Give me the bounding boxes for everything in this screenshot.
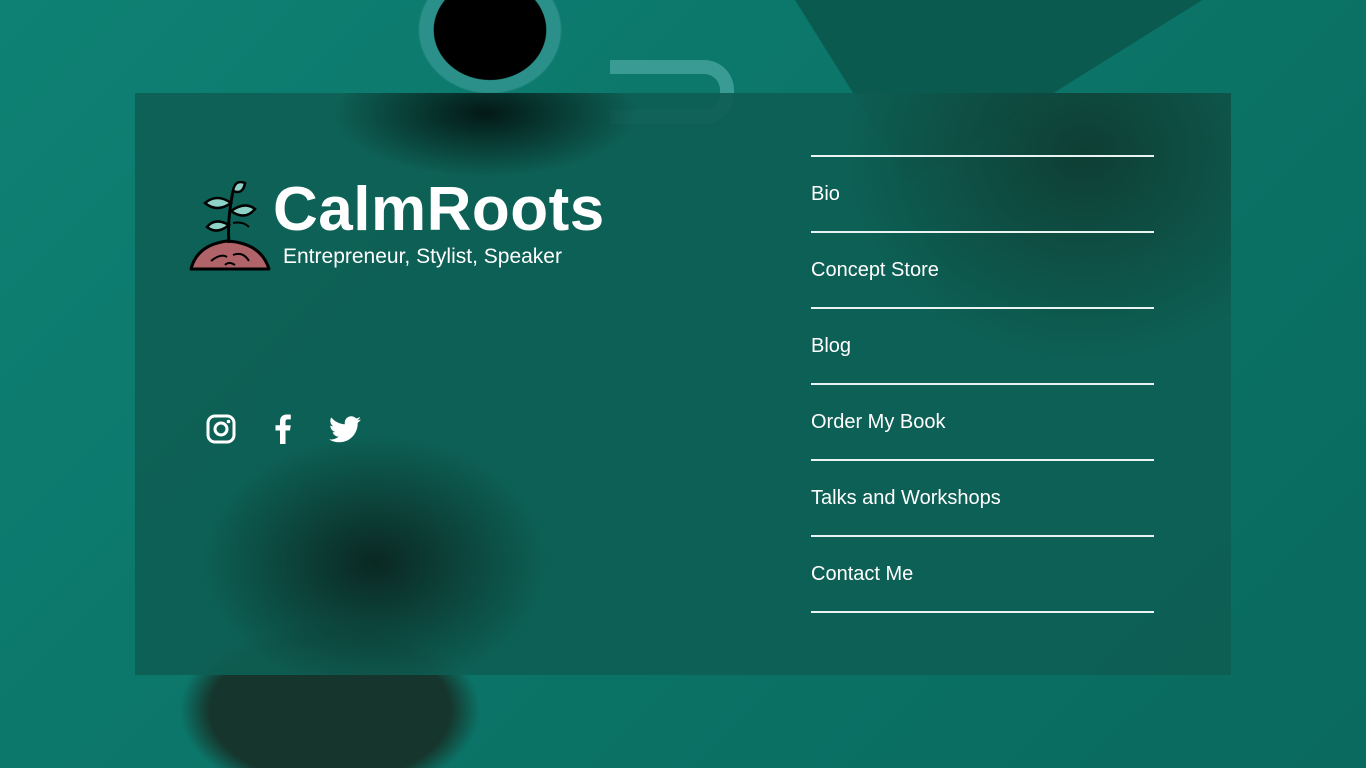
nav-item-blog[interactable]: Blog [811,309,1154,383]
brand-name: CalmRoots [273,175,605,244]
content-card: CalmRoots Entrepreneur, Stylist, Speaker… [135,93,1231,675]
twitter-icon[interactable] [329,413,361,445]
nav-item-order-my-book[interactable]: Order My Book [811,385,1154,459]
brand: CalmRoots Entrepreneur, Stylist, Speaker [187,175,605,273]
nav-item-contact-me[interactable]: Contact Me [811,537,1154,611]
main-nav: Bio Concept Store Blog Order My Book Tal… [811,155,1154,613]
brand-tagline: Entrepreneur, Stylist, Speaker [283,245,562,268]
instagram-icon[interactable] [205,413,237,445]
nav-divider [811,611,1154,613]
sprout-icon [189,181,271,271]
facebook-icon[interactable] [267,413,299,445]
social-links [205,413,361,445]
nav-item-bio[interactable]: Bio [811,157,1154,231]
nav-item-concept-store[interactable]: Concept Store [811,233,1154,307]
nav-item-talks-and-workshops[interactable]: Talks and Workshops [811,461,1154,535]
